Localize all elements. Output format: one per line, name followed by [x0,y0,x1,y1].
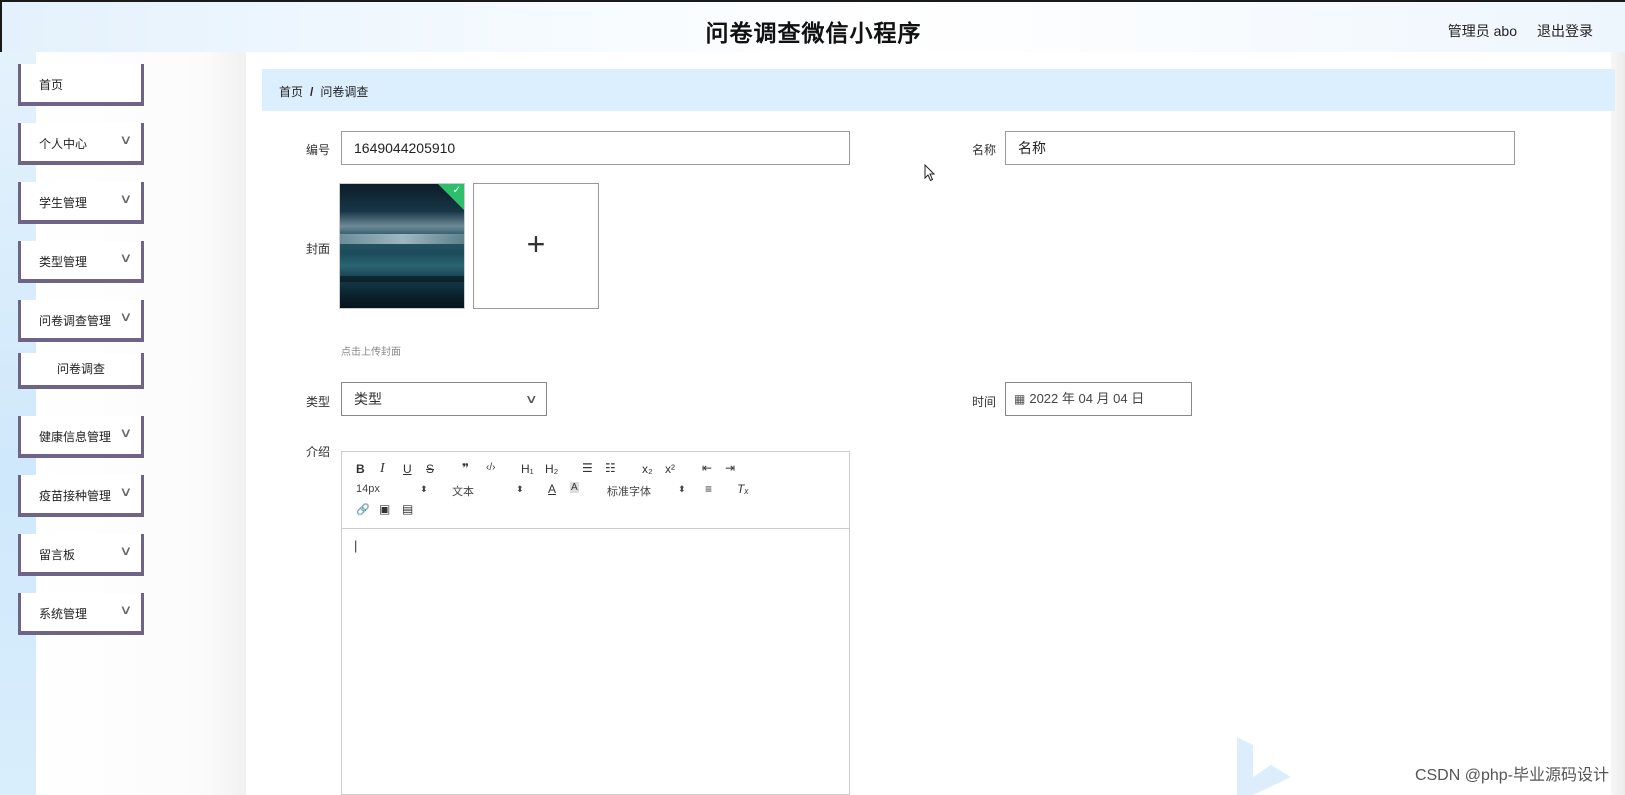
time-value: 2022 年 04 月 04 日 [1029,391,1145,406]
mouse-cursor-icon [924,164,936,182]
clear-format-button[interactable]: Tₓ [737,482,749,496]
sidebar-item-vaccination-management[interactable]: 疫苗接种管理 ∨ [18,475,144,517]
sidebar-item-label: 个人中心 [39,137,88,151]
sidebar-item-label: 学生管理 [39,196,88,210]
check-icon: ✓ [452,185,461,196]
rich-text-editor: B I U S ❞ ‹/› H₁ H₂ ☰ ☷ x₂ x² ⇤ ⇥ 14px ⬍… [341,451,850,795]
strikethrough-button[interactable]: S [426,462,434,476]
name-label: 名称 [971,143,996,157]
sidebar-item-system-management[interactable]: 系统管理 ∨ [18,593,144,635]
dropdown-icon: ⬍ [678,484,686,494]
sidebar-item-label: 问卷调查管理 [39,314,112,328]
sidebar-item-label: 留言板 [39,548,76,562]
sidebar-item-home[interactable]: 首页 [18,64,144,106]
type-select-value: 类型 [354,391,382,407]
chevron-down-icon: ∨ [119,425,133,440]
heading1-button[interactable]: H₁ [521,462,534,476]
chevron-down-icon: ∨ [119,309,133,324]
dropdown-icon: ⬍ [516,484,524,494]
sidebar-subitem-survey[interactable]: 问卷调查 [18,353,144,389]
chevron-down-icon: ∨ [119,602,133,617]
time-label: 时间 [971,395,996,409]
current-user-label: 管理员 abo [1447,23,1517,39]
chevron-down-icon: ∨ [119,484,133,499]
font-color-button[interactable]: A [548,482,556,496]
sidebar-item-label: 健康信息管理 [39,430,112,444]
chevron-down-icon: ∨ [119,132,133,147]
editor-toolbar: B I U S ❞ ‹/› H₁ H₂ ☰ ☷ x₂ x² ⇤ ⇥ 14px ⬍… [342,452,849,529]
type-label: 类型 [305,395,330,409]
font-family-select[interactable]: 标准字体 ⬍ [607,483,687,499]
ordered-list-button[interactable]: ☰ [582,461,593,475]
superscript-button[interactable]: x² [665,462,675,476]
editor-content-area[interactable]: | [354,538,357,553]
subscript-button[interactable]: x₂ [642,462,653,476]
bullet-list-button[interactable]: ☷ [605,461,616,475]
link-icon[interactable]: 🔗 [356,503,370,516]
chevron-down-icon: ∨ [525,392,539,406]
cover-label: 封面 [305,242,330,256]
heading2-button[interactable]: H₂ [545,462,558,476]
time-date-picker[interactable]: ▦ 2022 年 04 月 04 日 [1005,382,1192,416]
type-select[interactable]: 类型 ∨ [341,382,547,416]
code-button[interactable]: ‹/› [486,462,495,473]
sidebar-item-type-management[interactable]: 类型管理 ∨ [18,241,144,283]
breadcrumb-separator: / [310,85,314,99]
blockquote-button[interactable]: ❞ [462,461,469,475]
sidebar-item-label: 系统管理 [39,607,88,621]
background-color-button[interactable]: A [570,482,579,493]
app-title: 问卷调查微信小程序 [705,20,922,46]
breadcrumb-current: 问卷调查 [320,85,369,99]
top-header: 问卷调查微信小程序 管理员 abo 退出登录 [0,0,1625,52]
plus-icon: + [526,226,546,262]
calendar-icon: ▦ [1014,392,1026,406]
sidebar-item-survey-management[interactable]: 问卷调查管理 ∨ [18,300,144,342]
watermark-text: CSDN @php-毕业源码设计 [1414,767,1609,784]
text-type-select[interactable]: 文本 ⬍ [452,483,527,499]
background-right-strip [1611,50,1625,795]
intro-label: 介绍 [305,445,330,459]
sidebar-item-personal-center[interactable]: 个人中心 ∨ [18,123,144,165]
sidebar-item-message-board[interactable]: 留言板 ∨ [18,534,144,576]
sidebar-item-label: 疫苗接种管理 [39,489,112,503]
sidebar-item-label: 类型管理 [39,255,88,269]
align-button[interactable]: ≡ [705,482,712,496]
chevron-down-icon: ∨ [119,250,133,265]
indent-button[interactable]: ⇥ [725,461,735,475]
underline-button[interactable]: U [403,462,412,476]
name-field[interactable]: 名称 [1005,131,1515,165]
bold-button[interactable]: B [356,462,365,476]
breadcrumb-home[interactable]: 首页 [279,85,303,99]
italic-button[interactable]: I [380,461,385,477]
chevron-down-icon: ∨ [119,543,133,558]
sidebar-item-student-management[interactable]: 学生管理 ∨ [18,182,144,224]
sidebar-item-label: 首页 [39,78,64,92]
number-field[interactable]: 1649044205910 [341,131,850,165]
logout-link[interactable]: 退出登录 [1537,21,1593,41]
image-icon[interactable]: ▣ [379,502,390,516]
outdent-button[interactable]: ⇤ [702,461,712,475]
watermark-logo-icon [1237,737,1291,795]
cover-image-thumbnail[interactable]: ✓ [339,183,465,309]
breadcrumb: 首页 / 问卷调查 [262,69,1615,111]
cover-upload-button[interactable]: + [473,183,599,309]
sidebar-item-health-info-management[interactable]: 健康信息管理 ∨ [18,416,144,458]
chevron-down-icon: ∨ [119,191,133,206]
video-icon[interactable]: ▤ [402,502,413,516]
dropdown-icon: ⬍ [420,484,428,494]
number-label: 编号 [305,143,330,157]
font-size-select[interactable]: 14px ⬍ [356,483,431,495]
cover-upload-hint: 点击上传封面 [341,347,401,358]
sidebar-menu: 首页 个人中心 ∨ 学生管理 ∨ 类型管理 ∨ 问卷调查管理 ∨ 问卷调查 健康… [18,64,144,652]
